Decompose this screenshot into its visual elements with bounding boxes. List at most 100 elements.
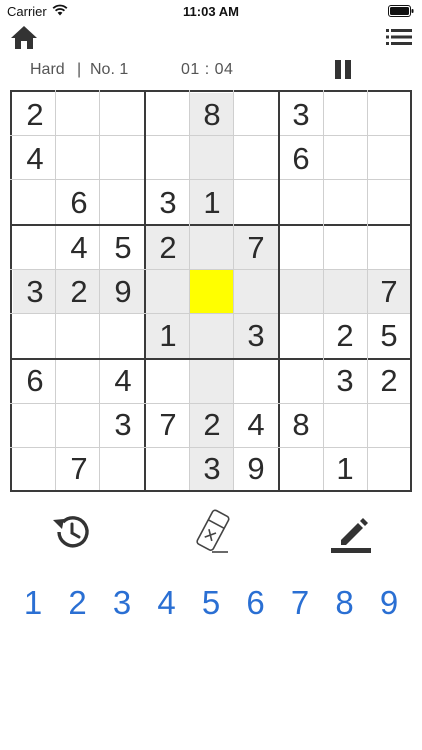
- sudoku-cell[interactable]: [323, 403, 367, 447]
- sudoku-cell[interactable]: 2: [367, 359, 411, 403]
- sudoku-cell[interactable]: [190, 314, 234, 358]
- sudoku-cell[interactable]: [101, 93, 145, 137]
- grid-line: [323, 90, 324, 492]
- sudoku-cell[interactable]: [367, 137, 411, 181]
- sudoku-cell[interactable]: 3: [146, 181, 190, 225]
- sudoku-cell[interactable]: [13, 181, 57, 225]
- sudoku-cell[interactable]: 4: [57, 226, 101, 270]
- pause-button[interactable]: [332, 58, 354, 82]
- sudoku-cell[interactable]: 3: [13, 270, 57, 314]
- sudoku-cell[interactable]: [146, 93, 190, 137]
- sudoku-cell[interactable]: 3: [323, 359, 367, 403]
- sudoku-cell[interactable]: [57, 93, 101, 137]
- number-key-8[interactable]: 8: [325, 578, 365, 628]
- sudoku-cell[interactable]: [57, 403, 101, 447]
- number-key-6[interactable]: 6: [236, 578, 276, 628]
- sudoku-cell[interactable]: [146, 447, 190, 491]
- sudoku-cell[interactable]: [234, 137, 278, 181]
- sudoku-cell[interactable]: [190, 137, 234, 181]
- sudoku-cell[interactable]: [13, 403, 57, 447]
- sudoku-cell[interactable]: 3: [279, 93, 323, 137]
- sudoku-cell[interactable]: 3: [234, 314, 278, 358]
- sudoku-cell[interactable]: [57, 359, 101, 403]
- sudoku-cell[interactable]: [146, 137, 190, 181]
- sudoku-cell[interactable]: [279, 181, 323, 225]
- menu-button[interactable]: [386, 27, 412, 47]
- grid-line: [10, 224, 412, 226]
- sudoku-cell[interactable]: [146, 270, 190, 314]
- sudoku-cell[interactable]: [323, 181, 367, 225]
- sudoku-cell[interactable]: [367, 403, 411, 447]
- sudoku-cell[interactable]: 3: [190, 447, 234, 491]
- sudoku-cell[interactable]: 4: [13, 137, 57, 181]
- sudoku-cell[interactable]: 6: [13, 359, 57, 403]
- sudoku-cell[interactable]: [323, 137, 367, 181]
- sudoku-cell[interactable]: [190, 226, 234, 270]
- sudoku-cell[interactable]: 8: [190, 93, 234, 137]
- sudoku-cell[interactable]: 2: [190, 403, 234, 447]
- sudoku-cell[interactable]: [13, 226, 57, 270]
- undo-button[interactable]: [47, 508, 95, 556]
- sudoku-cell[interactable]: [101, 314, 145, 358]
- sudoku-cell[interactable]: 7: [367, 270, 411, 314]
- sudoku-cell[interactable]: [234, 181, 278, 225]
- grid-line: [10, 358, 412, 360]
- sudoku-cell[interactable]: [367, 447, 411, 491]
- sudoku-cell[interactable]: 7: [234, 226, 278, 270]
- pencil-button[interactable]: [327, 508, 375, 556]
- sudoku-cell[interactable]: 1: [323, 447, 367, 491]
- sudoku-cell[interactable]: [367, 93, 411, 137]
- number-key-4[interactable]: 4: [147, 578, 187, 628]
- erase-button[interactable]: [188, 508, 236, 556]
- sudoku-cell[interactable]: [367, 181, 411, 225]
- sudoku-cell[interactable]: [323, 93, 367, 137]
- sudoku-cell[interactable]: [234, 270, 278, 314]
- sudoku-cell[interactable]: 2: [146, 226, 190, 270]
- number-key-7[interactable]: 7: [280, 578, 320, 628]
- sudoku-cell[interactable]: [146, 359, 190, 403]
- sudoku-cell[interactable]: 4: [101, 359, 145, 403]
- sudoku-cell[interactable]: 7: [57, 447, 101, 491]
- sudoku-cell[interactable]: [323, 226, 367, 270]
- sudoku-cell[interactable]: 1: [190, 181, 234, 225]
- sudoku-cell[interactable]: [190, 270, 234, 314]
- sudoku-cell[interactable]: [279, 359, 323, 403]
- sudoku-cell[interactable]: [234, 93, 278, 137]
- sudoku-cell[interactable]: 8: [279, 403, 323, 447]
- sudoku-cell[interactable]: 2: [323, 314, 367, 358]
- sudoku-cell[interactable]: 2: [13, 93, 57, 137]
- sudoku-cell[interactable]: [323, 270, 367, 314]
- sudoku-cell[interactable]: [279, 270, 323, 314]
- sudoku-cell[interactable]: 9: [101, 270, 145, 314]
- sudoku-cell[interactable]: [13, 314, 57, 358]
- number-key-1[interactable]: 1: [13, 578, 53, 628]
- grid-line: [55, 90, 56, 492]
- sudoku-cell[interactable]: [234, 359, 278, 403]
- number-key-2[interactable]: 2: [58, 578, 98, 628]
- sudoku-cell[interactable]: [279, 226, 323, 270]
- sudoku-cell[interactable]: 6: [57, 181, 101, 225]
- number-key-5[interactable]: 5: [191, 578, 231, 628]
- sudoku-cell[interactable]: 5: [101, 226, 145, 270]
- sudoku-cell[interactable]: [279, 314, 323, 358]
- sudoku-cell[interactable]: [13, 447, 57, 491]
- number-key-9[interactable]: 9: [369, 578, 409, 628]
- sudoku-cell[interactable]: [57, 137, 101, 181]
- sudoku-cell[interactable]: 1: [146, 314, 190, 358]
- sudoku-cell[interactable]: 2: [57, 270, 101, 314]
- sudoku-cell[interactable]: [190, 359, 234, 403]
- sudoku-cell[interactable]: 4: [234, 403, 278, 447]
- sudoku-cell[interactable]: [279, 447, 323, 491]
- home-button[interactable]: [10, 24, 38, 50]
- sudoku-cell[interactable]: 3: [101, 403, 145, 447]
- sudoku-cell[interactable]: 5: [367, 314, 411, 358]
- sudoku-cell[interactable]: [101, 137, 145, 181]
- sudoku-cell[interactable]: [367, 226, 411, 270]
- sudoku-cell[interactable]: [101, 181, 145, 225]
- sudoku-cell[interactable]: [57, 314, 101, 358]
- sudoku-cell[interactable]: 7: [146, 403, 190, 447]
- number-key-3[interactable]: 3: [102, 578, 142, 628]
- sudoku-cell[interactable]: 9: [234, 447, 278, 491]
- sudoku-cell[interactable]: [101, 447, 145, 491]
- sudoku-cell[interactable]: 6: [279, 137, 323, 181]
